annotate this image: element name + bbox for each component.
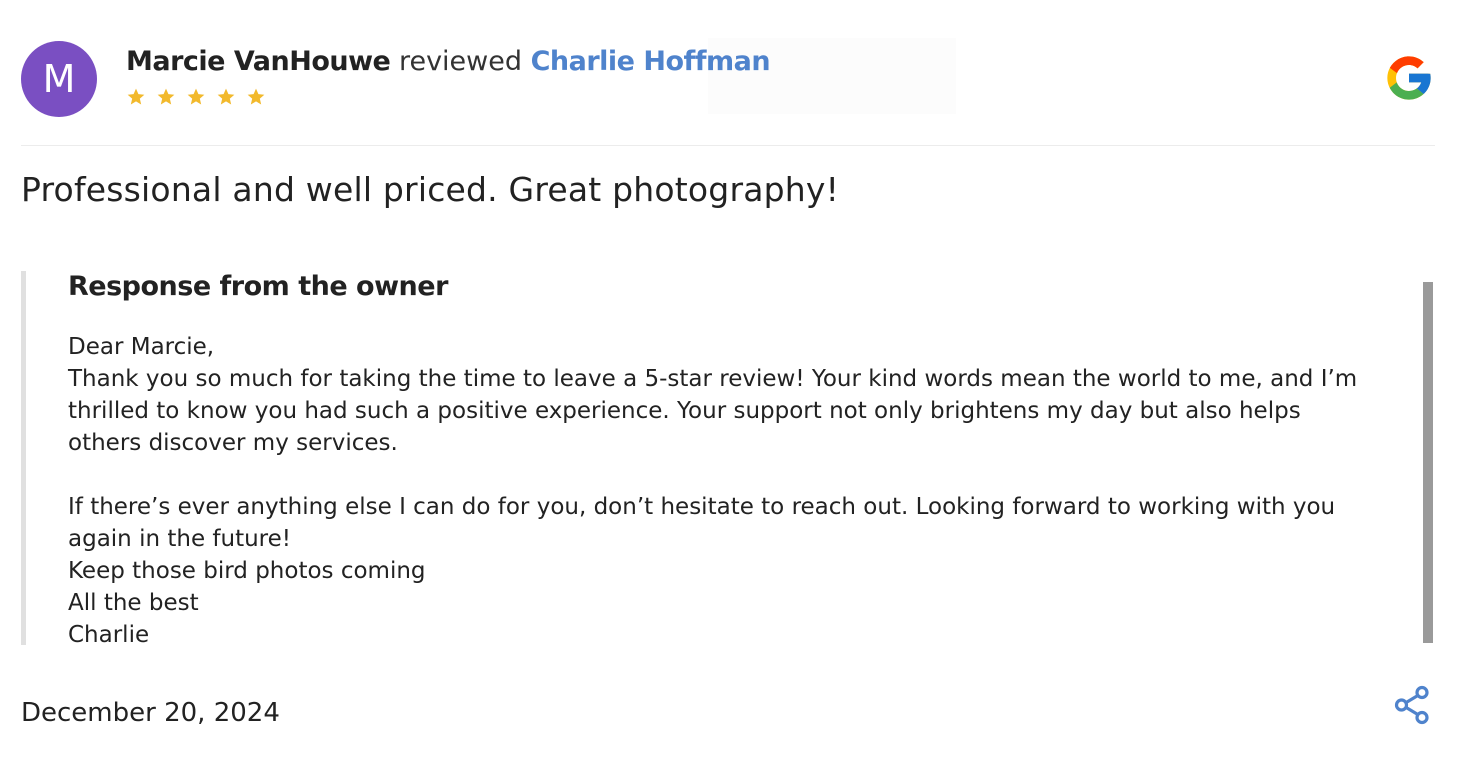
review-text: Professional and well priced. Great phot… [21, 170, 840, 209]
share-icon[interactable] [1391, 684, 1433, 726]
avatar[interactable]: M [21, 41, 97, 117]
star-rating [126, 87, 266, 107]
scrollbar[interactable] [1423, 282, 1433, 643]
star-icon [217, 88, 235, 105]
star-icon [247, 88, 265, 105]
review-date: December 20, 2024 [21, 698, 280, 728]
response-body: Dear Marcie, Thank you so much for takin… [68, 334, 1358, 648]
reviewer-name[interactable]: Marcie VanHouwe [126, 46, 391, 77]
google-icon [1387, 56, 1431, 100]
star-icon [157, 88, 175, 105]
star-icon [127, 88, 145, 105]
reviewed-label: reviewed [398, 46, 522, 77]
divider [21, 145, 1435, 146]
star-icon [187, 88, 205, 105]
response-title: Response from the owner [68, 271, 448, 302]
business-name-link[interactable]: Charlie Hoffman [531, 46, 771, 77]
owner-response: Response from the owner Dear Marcie, Tha… [21, 271, 1433, 648]
review-header: Marcie VanHouwe reviewed Charlie Hoffman [126, 44, 771, 80]
